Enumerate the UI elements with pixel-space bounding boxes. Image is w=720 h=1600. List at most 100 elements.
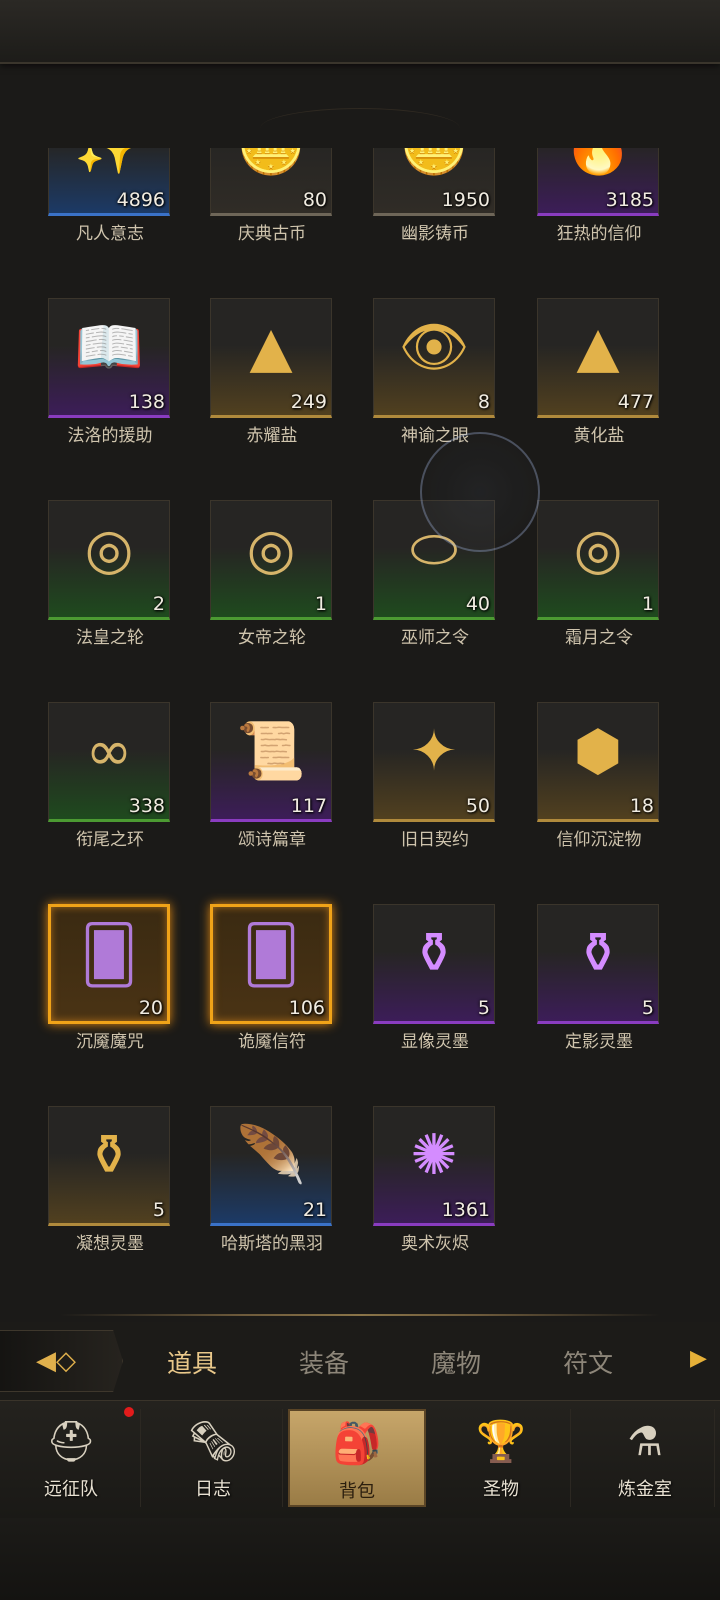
bottom-frame — [0, 1518, 720, 1600]
item-count: 8 — [477, 391, 490, 413]
item-count: 50 — [465, 795, 490, 817]
item-icon: 🪙 — [211, 148, 331, 181]
item-icon: ◎ — [246, 517, 296, 582]
item-name: 狂热的信仰 — [556, 224, 642, 244]
viking-helmet-icon: ⛑ — [45, 1419, 97, 1465]
chevron-right-icon[interactable]: ▶ — [690, 1346, 707, 1371]
item-tile[interactable]: 👁 8 — [373, 298, 495, 418]
nav-relics[interactable]: 🏆 圣物 — [432, 1409, 571, 1507]
item-name: 颂诗篇章 — [238, 830, 306, 850]
item-icon: ▲ — [249, 315, 293, 380]
inventory-item[interactable]: 📜 117 颂诗篇章 — [210, 702, 334, 852]
item-tile[interactable]: ◎ 1 — [537, 500, 659, 620]
inventory-item[interactable]: ◎ 1 霜月之令 — [537, 500, 661, 650]
inventory-item[interactable]: ⬢ 18 信仰沉淀物 — [537, 702, 661, 852]
item-name: 显像灵墨 — [401, 1032, 469, 1052]
item-tile[interactable]: 🪶 21 — [210, 1106, 332, 1226]
inventory-item[interactable]: 🂠 106 诡魇信符 — [210, 904, 334, 1054]
item-tile[interactable]: ⚱ 5 — [48, 1106, 170, 1226]
item-name: 女帝之轮 — [238, 628, 306, 648]
item-tile[interactable]: ⬢ 18 — [537, 702, 659, 822]
inventory-item[interactable]: ✦ 50 旧日契约 — [373, 702, 497, 852]
item-tile[interactable]: ∞ 338 — [48, 702, 170, 822]
item-icon: ▲ — [576, 315, 620, 380]
inventory-item[interactable]: 🪙 80 庆典古币 — [210, 148, 334, 246]
nav-backpack[interactable]: 🎒 背包 — [288, 1409, 426, 1507]
item-icon: ∞ — [85, 719, 133, 784]
item-icon: 🪶 — [236, 1123, 306, 1188]
item-icon: 🂠 — [80, 923, 138, 988]
inventory-item[interactable]: 🔥 3185 狂热的信仰 — [537, 148, 661, 246]
inventory-item[interactable]: 📖 138 法洛的援助 — [48, 298, 172, 448]
item-tile[interactable]: ◎ 1 — [210, 500, 332, 620]
chalice-icon: 🏆 — [476, 1419, 526, 1465]
item-name: 黄化盐 — [573, 426, 625, 446]
tab-items[interactable]: 道具 — [142, 1344, 242, 1380]
item-tile[interactable]: ✨ 4896 — [48, 148, 170, 216]
nav-expedition[interactable]: ⛑ 远征队 — [2, 1409, 141, 1507]
item-count: 3185 — [605, 189, 654, 211]
top-frame — [0, 0, 720, 64]
item-tile[interactable]: ⚱ 5 — [537, 904, 659, 1024]
item-name: 奥术灰烬 — [401, 1234, 469, 1254]
inventory-item[interactable]: ✨ 4896 凡人意志 — [48, 148, 172, 246]
inventory-item[interactable]: ◎ 1 女帝之轮 — [210, 500, 334, 650]
item-count: 5 — [152, 1199, 165, 1221]
item-icon: ◎ — [573, 517, 623, 582]
item-name: 幽影铸币 — [401, 224, 469, 244]
item-count: 80 — [302, 189, 327, 211]
item-tile[interactable]: ✺ 1361 — [373, 1106, 495, 1226]
floating-bubble[interactable] — [420, 432, 540, 552]
inventory-item[interactable]: ◎ 2 法皇之轮 — [48, 500, 172, 650]
item-tile[interactable]: 📜 117 — [210, 702, 332, 822]
tab-runes[interactable]: 符文 — [538, 1344, 638, 1380]
tab-divider — [60, 1314, 660, 1316]
scroll-icon: 🗞 — [187, 1419, 239, 1465]
item-name: 定影灵墨 — [565, 1032, 633, 1052]
inventory-item[interactable]: ▲ 249 赤耀盐 — [210, 298, 334, 448]
item-icon: 📜 — [236, 719, 306, 784]
tab-monsters[interactable]: 魔物 — [406, 1344, 506, 1380]
inventory-item[interactable]: ✺ 1361 奥术灰烬 — [373, 1106, 497, 1256]
item-tile[interactable]: ▲ 477 — [537, 298, 659, 418]
inventory-item[interactable]: ∞ 338 衔尾之环 — [48, 702, 172, 852]
inventory-item[interactable]: ⚱ 5 凝想灵墨 — [48, 1106, 172, 1256]
tab-equipment[interactable]: 装备 — [274, 1344, 374, 1380]
item-name: 巫师之令 — [401, 628, 469, 648]
inventory-item[interactable]: 👁 8 神谕之眼 — [373, 298, 497, 448]
item-tile[interactable]: ✦ 50 — [373, 702, 495, 822]
item-tile[interactable]: 🂠 20 — [48, 904, 170, 1024]
inventory-item[interactable]: ▲ 477 黄化盐 — [537, 298, 661, 448]
item-name: 旧日契约 — [401, 830, 469, 850]
nav-alchemy-label: 炼金室 — [618, 1479, 672, 1500]
item-tile[interactable]: ◎ 2 — [48, 500, 170, 620]
nav-journal[interactable]: 🗞 日志 — [144, 1409, 283, 1507]
category-tabbar: ◀◇ 道具 装备 魔物 符文 ▶ — [0, 1322, 720, 1400]
alchemy-flask-icon: ⚗ — [627, 1419, 663, 1465]
item-tile[interactable]: 🪙 1950 — [373, 148, 495, 216]
item-name: 赤耀盐 — [246, 426, 298, 446]
item-count: 5 — [477, 997, 490, 1019]
inventory-item[interactable]: ⚱ 5 定影灵墨 — [537, 904, 661, 1054]
top-ornament — [260, 108, 460, 149]
bottom-navbar: ⛑ 远征队 🗞 日志 🎒 背包 🏆 圣物 ⚗ 炼金室 — [0, 1400, 720, 1519]
item-icon: ⚱ — [410, 921, 458, 986]
inventory-item[interactable]: 🪶 21 哈斯塔的黑羽 — [210, 1106, 334, 1256]
item-icon: ◎ — [84, 517, 134, 582]
item-tile[interactable]: 🂠 106 — [210, 904, 332, 1024]
arrow-left-icon: ◀◇ — [36, 1346, 76, 1376]
item-icon: ✨ — [49, 148, 169, 181]
item-icon: 👁 — [398, 315, 470, 380]
inventory-item[interactable]: ⚱ 5 显像灵墨 — [373, 904, 497, 1054]
inventory-item[interactable]: 🂠 20 沉魇魔咒 — [48, 904, 172, 1054]
item-count: 5 — [641, 997, 654, 1019]
item-tile[interactable]: ⚱ 5 — [373, 904, 495, 1024]
inventory-item[interactable]: 🪙 1950 幽影铸币 — [373, 148, 497, 246]
item-tile[interactable]: ▲ 249 — [210, 298, 332, 418]
tab-toggle-button[interactable]: ◀◇ — [0, 1330, 123, 1392]
item-name: 衔尾之环 — [76, 830, 144, 850]
nav-alchemy[interactable]: ⚗ 炼金室 — [576, 1409, 715, 1507]
item-tile[interactable]: 📖 138 — [48, 298, 170, 418]
item-tile[interactable]: 🪙 80 — [210, 148, 332, 216]
item-tile[interactable]: 🔥 3185 — [537, 148, 659, 216]
